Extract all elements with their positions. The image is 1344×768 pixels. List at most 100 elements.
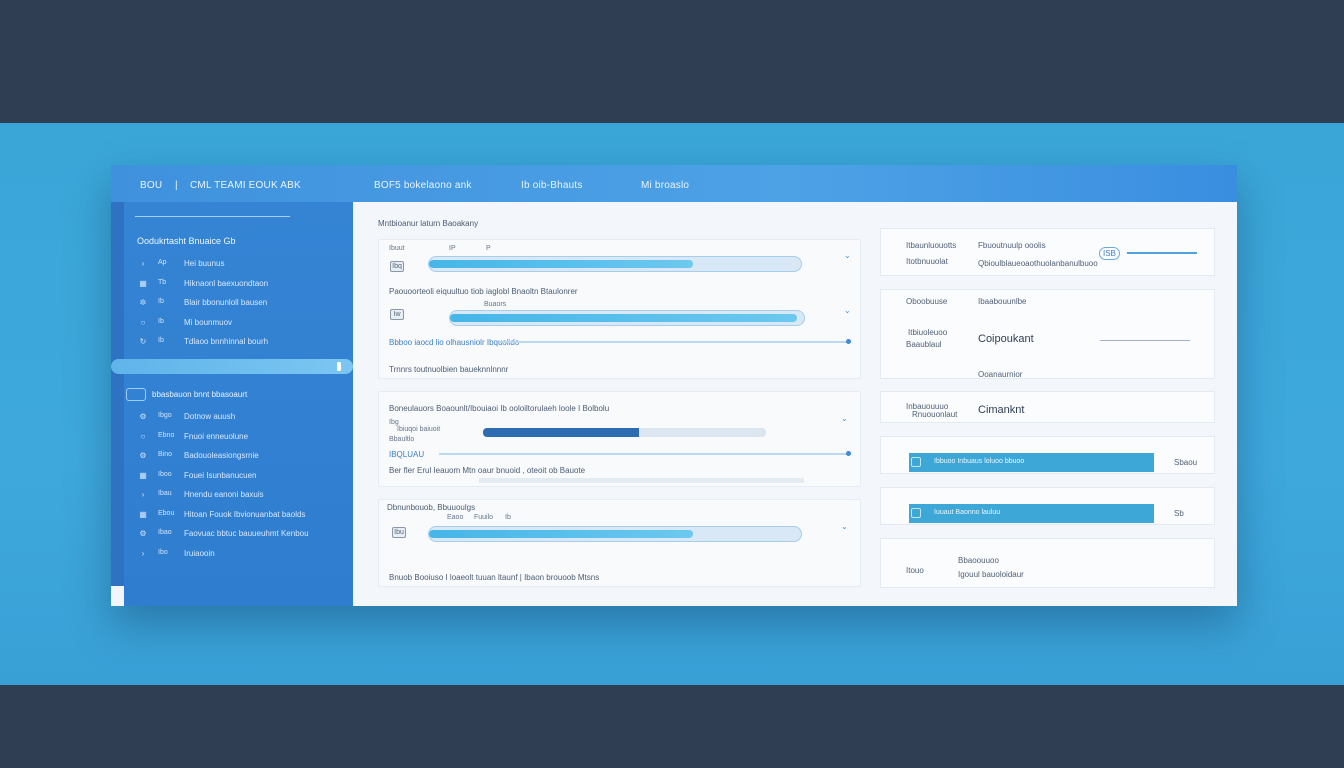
slider-track[interactable]: [499, 339, 851, 344]
sidebar-item-code: Ibao: [158, 529, 172, 536]
sidebar-item-code: Ib: [158, 337, 164, 344]
stat-value: Cimanknt: [978, 404, 1025, 416]
sidebar-item-label: Iruiaooin: [184, 549, 215, 558]
status-bar[interactable]: Ibbuoo Inbuaus loluoo bbuoo: [909, 453, 1154, 472]
sidebar-item-label: Hiknaonl baexuondtaon: [184, 279, 269, 288]
sidebar-item[interactable]: ▦ Ebou Hitoan Fouok Ibvionuanbat baolds: [134, 508, 344, 524]
sidebar-item[interactable]: › Ap Hei buunus: [134, 257, 344, 273]
menu-item-2[interactable]: Ib oib-Bhauts: [521, 180, 583, 191]
window-title: BOU: [140, 180, 163, 191]
progress-bar[interactable]: [428, 526, 802, 542]
progress-bar[interactable]: [449, 310, 805, 326]
menu-item-1[interactable]: BOF5 bokelaono ank: [374, 180, 472, 191]
stat-value: Coipoukant: [978, 333, 1034, 345]
sidebar-item-code: Ibo: [158, 549, 168, 556]
status-bar-label: Ibbuoo Inbuaus loluoo bbuoo: [934, 458, 1025, 465]
slider-handle[interactable]: [846, 339, 851, 344]
sidebar-item[interactable]: ✲ Ib Blair bbonunloll bausen: [134, 296, 344, 312]
grid-icon: ▦: [139, 471, 147, 480]
circle-icon: ○: [140, 432, 146, 441]
sidebar-item-label: Hnendu eanoni baxuis: [184, 490, 264, 499]
settings-icon: ⚙: [139, 412, 147, 421]
card-subtitle: Paouoorteoli eiquultuo tiob iaglobl Bnao…: [389, 287, 578, 296]
card-footer: Bnuob Booiuso I loaeolt tuuan ltaunf | I…: [389, 573, 600, 582]
sidebar-item-label: Hitoan Fouok Ibvionuanbat baolds: [184, 510, 306, 519]
checkbox-icon: [911, 457, 921, 467]
slider-handle[interactable]: [337, 362, 341, 371]
status-bar[interactable]: Iuuaut Baonno lauluu: [909, 504, 1154, 523]
line-label: IBQLUAU: [389, 450, 425, 459]
stat-footer: Ooanaurnior: [978, 370, 1023, 379]
stat-line: [1100, 340, 1190, 341]
chevron-icon: ›: [141, 490, 145, 499]
sidebar-item-code: Ib: [158, 298, 164, 305]
stat-label: Itotbnuuolat: [906, 257, 948, 266]
chevron-right-icon[interactable]: ⌄: [841, 414, 848, 423]
stat-subtitle: Qbioulblaueoaothuolanbanulbuoo: [978, 259, 1098, 268]
card-label: Ibuut: [389, 245, 405, 252]
sidebar-item[interactable]: ⚙ Bino Badouoleasiongsrnie: [134, 449, 344, 465]
sidebar-item-label: Hei buunus: [184, 259, 225, 268]
sidebar-item-label: Faovuac bbtuc bauueuhmt Kenbou: [184, 529, 309, 538]
sidebar-item[interactable]: ⚙ Ibgo Dotnow auush: [134, 410, 344, 426]
slider-handle[interactable]: [846, 451, 851, 456]
grid-icon: ▦: [139, 510, 147, 519]
menu-item-3[interactable]: Mi broaslo: [641, 180, 689, 191]
sidebar-item-code: Ebou: [158, 510, 175, 517]
gear-icon: ✲: [139, 298, 147, 307]
sidebar-item-code: Tb: [158, 279, 167, 286]
stat-value: Sbaou: [1174, 458, 1198, 467]
slider-track[interactable]: [439, 451, 851, 456]
progress-bar[interactable]: [428, 256, 802, 272]
sidebar-item[interactable]: ⚙ Ibao Faovuac bbtuc bauueuhmt Kenbou: [134, 527, 344, 543]
sidebar-item-label: Blair bbonunloll bausen: [184, 298, 268, 307]
sidebar-item[interactable]: ○ Ib Mi bounmuov: [134, 316, 344, 332]
divider-bar: [479, 478, 804, 483]
chevron-right-icon[interactable]: ⌄: [844, 306, 851, 315]
stat-card: Oboobuuse Itbiuoleuoo Baaublaul Ibaabouu…: [880, 289, 1215, 379]
sidebar-item[interactable]: ▦ Tb Hiknaonl baexuondtaon: [134, 277, 344, 293]
small-label: Bbaultlo: [389, 436, 415, 443]
sidebar-item-label: Fouei Isunbanucuen: [184, 471, 257, 480]
sidebar-item-label: Badouoleasiongsrnie: [184, 451, 259, 460]
row-code-icon: Iw: [390, 309, 404, 320]
sidebar-slider[interactable]: [111, 359, 353, 374]
stat-title: Igouul bauoloidaur: [958, 570, 1024, 579]
grid-icon: ▦: [139, 279, 147, 288]
status-bar-label: Iuuaut Baonno lauluu: [934, 509, 1001, 516]
sidebar-item-code: Ibau: [158, 490, 172, 497]
card-title: Dbnunbouob, Bbuuoulgs: [387, 503, 476, 512]
progress-fill: [483, 428, 639, 437]
stat-title: Ibaabouunlbe: [978, 297, 1027, 306]
chevron-right-icon[interactable]: ⌄: [841, 522, 848, 531]
sidebar-item[interactable]: ↻ Ib Tdlaoo bnnhinnal bourh: [134, 335, 344, 351]
card-label: P: [486, 245, 491, 252]
sidebar-item[interactable]: › Ibau Hnendu eanoni baxuis: [134, 488, 344, 504]
chevron-icon: ›: [141, 259, 145, 268]
circle-icon: ○: [140, 318, 146, 327]
progress-bar[interactable]: [483, 428, 766, 437]
metrics-card: Dbnunbouob, Bbuuoulgs Eaoo Fuuilo Ib Ibu…: [378, 499, 861, 587]
stat-value: Sb: [1174, 509, 1184, 518]
card-title: Boneulauors Boaounlt/Ibouiaoi Ib ooloilt…: [389, 404, 610, 413]
sidebar-item[interactable]: ▦ Iboo Fouei Isunbanucuen: [134, 469, 344, 485]
sidebar-item-code: Ibgo: [158, 412, 172, 419]
stat-card: Ibbuoo Inbuaus loluoo bbuoo Sbaou: [880, 436, 1215, 474]
stat-card: Itouo Bbaoouuoo Igouul bauoloidaur: [880, 538, 1215, 588]
sidebar-item[interactable]: › Ibo Iruiaooin: [134, 547, 344, 563]
stat-label: Bbaoouuoo: [958, 556, 999, 565]
sidebar-divider: [135, 216, 290, 217]
row-code: Ibg: [389, 419, 399, 426]
stat-title: Fbuoutnuulp ooolis: [978, 241, 1046, 250]
sidebar-item-label: Mi bounmuov: [184, 318, 233, 327]
settings-icon: ⚙: [139, 529, 147, 538]
card-small-label: Buaors: [484, 301, 507, 308]
sidebar-edge: [111, 202, 124, 586]
sidebar-item-label: Dotnow auush: [184, 412, 236, 421]
chevron-right-icon[interactable]: ⌄: [844, 251, 851, 260]
sidebar-item[interactable]: ○ Ebno Fnuoi enneuolune: [134, 430, 344, 446]
sidebar-section2-header[interactable]: bbasbauon bnnt bbasoaurt: [124, 388, 353, 402]
settings-icon: ⚙: [139, 451, 147, 460]
metrics-card: Boneulauors Boaounlt/Ibouiaoi Ib ooloilt…: [378, 391, 861, 487]
sidebar-item-label: Tdlaoo bnnhinnal bourh: [184, 337, 269, 346]
